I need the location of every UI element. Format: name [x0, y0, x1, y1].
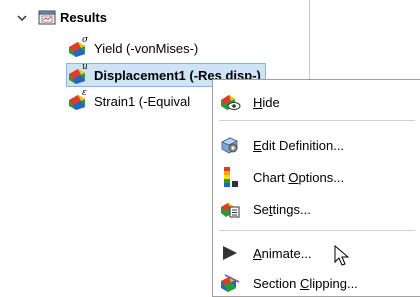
menu-item-section-clipping[interactable]: Section Clipping...	[213, 270, 420, 296]
menu-item-edit-definition[interactable]: Edit Definition...	[213, 132, 420, 158]
tree-item-yield[interactable]: σ Yield (-vonMises-)	[67, 35, 199, 59]
menu-item-label: Chart Options...	[253, 169, 345, 185]
mouse-cursor-icon	[334, 245, 350, 266]
menu-separator	[219, 120, 415, 121]
tree-divider	[309, 0, 310, 85]
menu-item-settings[interactable]: Settings...	[213, 196, 420, 222]
menu-item-animate[interactable]: Animate...	[213, 240, 420, 266]
menu-item-label: Settings...	[253, 201, 311, 217]
menu-item-label: Edit Definition...	[253, 137, 345, 153]
menu-item-hide[interactable]: Hide	[213, 89, 420, 115]
play-icon	[219, 243, 241, 263]
tree-item-label: Yield (-vonMises-)	[94, 40, 199, 56]
menu-item-chart-options[interactable]: Chart Options...	[213, 164, 420, 190]
chart-options-icon	[219, 167, 241, 187]
results-folder-label[interactable]: Results	[60, 10, 107, 25]
results-folder-icon	[38, 10, 56, 25]
tree-item-strain[interactable]: ε Strain1 (-Equival	[67, 88, 191, 112]
chevron-down-icon[interactable]	[17, 13, 27, 23]
study-plot-icon: u	[67, 62, 89, 85]
menu-item-label: Hide	[253, 94, 280, 110]
study-plot-icon: σ	[67, 35, 89, 58]
menu-separator	[219, 230, 415, 231]
menu-item-label: Section Clipping...	[253, 275, 358, 291]
settings-icon	[219, 199, 241, 219]
hide-icon	[219, 92, 241, 112]
menu-item-label: Animate...	[253, 245, 312, 261]
tree-item-label: Strain1 (-Equival	[94, 93, 191, 109]
context-menu: Hide Edit Definition... Chart Options...…	[212, 79, 420, 297]
study-plot-icon: ε	[67, 88, 89, 111]
section-clipping-icon	[219, 273, 241, 293]
edit-definition-icon	[219, 135, 241, 155]
